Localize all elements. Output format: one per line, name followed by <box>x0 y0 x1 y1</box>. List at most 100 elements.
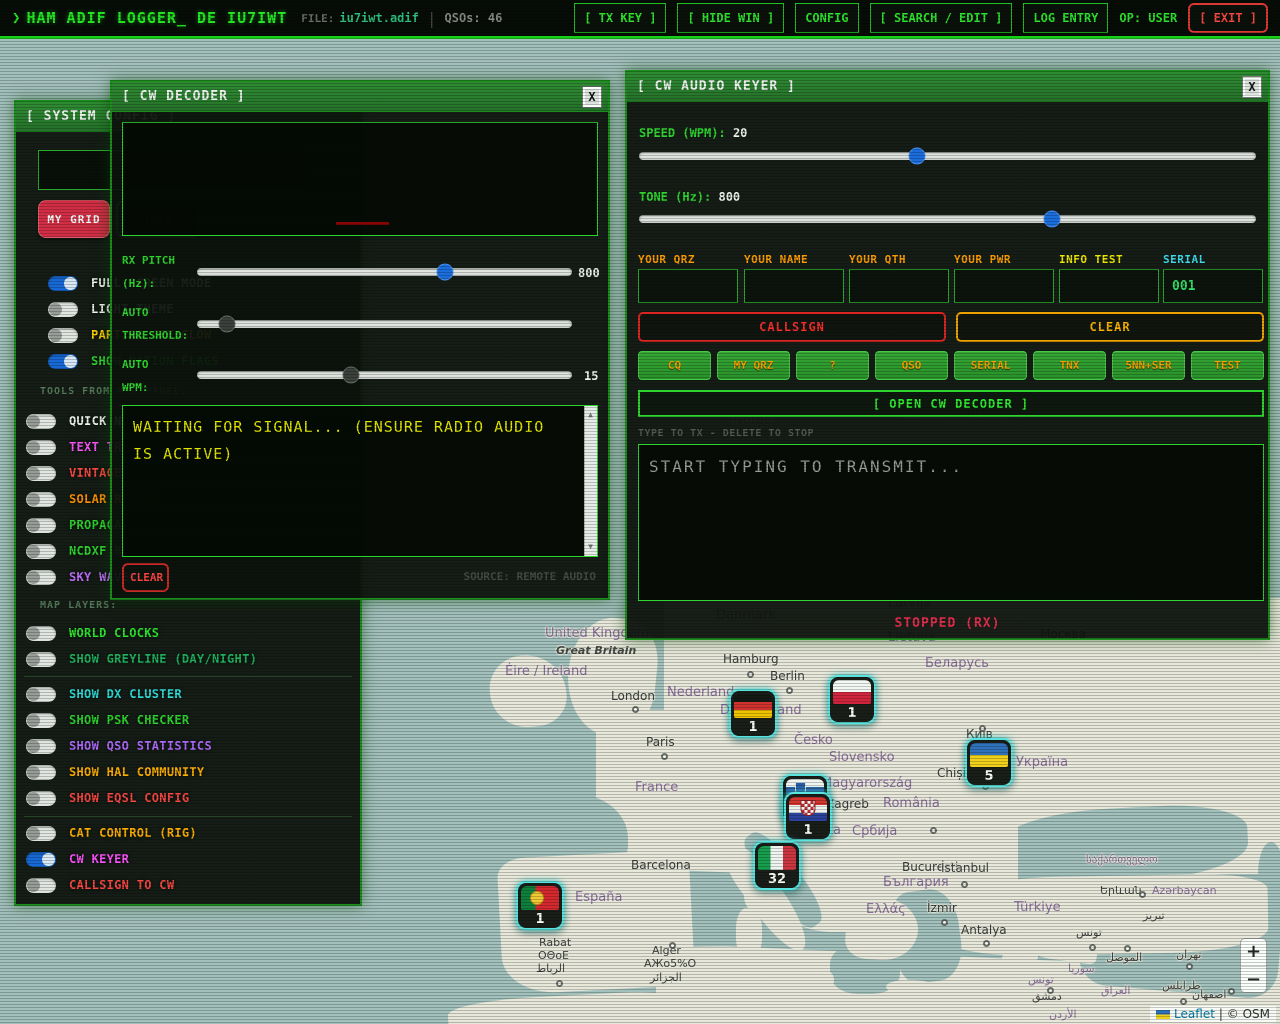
rx-pitch-slider[interactable] <box>197 268 572 276</box>
field-input-2[interactable] <box>849 269 949 303</box>
keyer-clear-button[interactable]: CLEAR <box>956 312 1264 342</box>
map-label-46: العراق <box>1101 984 1130 997</box>
tone-thumb[interactable] <box>1044 211 1061 228</box>
scroll-down-icon[interactable]: ▼ <box>585 540 597 554</box>
layer-b-toggle-0[interactable] <box>26 687 56 702</box>
map-label-42: تبريز <box>1143 909 1165 922</box>
decoder-output[interactable]: WAITING FOR SIGNAL... (ENSURE RADIO AUDI… <box>122 405 598 557</box>
tx-textarea[interactable] <box>638 444 1264 601</box>
layer-c-toggle-1[interactable] <box>26 852 56 867</box>
marker-pl[interactable]: 1 <box>828 675 876 724</box>
marker-hr[interactable]: 1 <box>784 792 832 841</box>
ukraine-flag-icon <box>1156 1010 1170 1019</box>
city-dot <box>669 942 676 949</box>
my-grid-button[interactable]: MY GRID <box>38 200 110 238</box>
map-label-5: Berlin <box>770 669 805 683</box>
field-input-0[interactable] <box>638 269 738 303</box>
field-input-3[interactable] <box>954 269 1054 303</box>
map-label-16: България <box>883 875 949 890</box>
tool-toggle-1[interactable] <box>26 440 56 455</box>
file-name: iu7iwt.adif <box>339 11 418 25</box>
macro-button-7[interactable]: TEST <box>1191 351 1264 380</box>
macro-button-1[interactable]: MY QRZ <box>717 351 790 380</box>
wpm-thumb[interactable] <box>342 367 359 384</box>
macro-button-2[interactable]: ? <box>796 351 869 380</box>
speed-slider[interactable] <box>639 152 1256 160</box>
topbar-button-1[interactable]: [ HIDE WIN ] <box>677 3 784 33</box>
rx-pitch-thumb[interactable] <box>436 264 453 281</box>
layer-b-toggle-3[interactable] <box>26 765 56 780</box>
wpm-slider[interactable] <box>197 371 572 379</box>
map-label-6: Nederland <box>667 685 734 700</box>
leaflet-link[interactable]: Leaflet <box>1174 1007 1215 1021</box>
tone-slider[interactable] <box>639 215 1256 223</box>
marker-de[interactable]: 1 <box>729 689 777 738</box>
layer-b-toggle-2[interactable] <box>26 739 56 754</box>
main-toggle-1[interactable] <box>48 302 78 317</box>
layer-a-label-0: WORLD CLOCKS <box>69 626 159 640</box>
field-input-1[interactable] <box>744 269 844 303</box>
toggle-knob <box>27 467 40 480</box>
field-label-3: YOUR PWR <box>954 253 1011 266</box>
map-label-31: الجزائر <box>650 971 682 984</box>
map-label-10: Magyarország <box>821 776 912 791</box>
topbar-button-4[interactable]: LOG ENTRY <box>1023 3 1108 33</box>
map-label-2: Éire / Ireland <box>505 664 588 679</box>
ukraine-flag-icon <box>970 743 1008 767</box>
layer-a-toggle-1[interactable] <box>26 652 56 667</box>
field-label-4: INFO TEST <box>1059 253 1123 266</box>
marker-count: 1 <box>786 823 830 838</box>
macro-button-4[interactable]: SERIAL <box>954 351 1027 380</box>
qso-count: QSOs: 46 <box>445 11 503 25</box>
tool-toggle-2[interactable] <box>26 466 56 481</box>
layer-a-row-1: SHOW GREYLINE (DAY/NIGHT) <box>16 646 360 672</box>
scrollbar[interactable]: ▲ ▼ <box>584 406 597 556</box>
decoder-clear-button[interactable]: CLEAR <box>122 563 169 592</box>
layer-c-toggle-2[interactable] <box>26 878 56 893</box>
macro-button-0[interactable]: CQ <box>638 351 711 380</box>
field-input-5[interactable] <box>1163 269 1263 303</box>
speed-thumb[interactable] <box>908 148 925 165</box>
tool-toggle-6[interactable] <box>26 570 56 585</box>
marker-count: 32 <box>755 872 799 887</box>
main-toggle-3[interactable] <box>48 354 78 369</box>
layer-a-toggle-0[interactable] <box>26 626 56 641</box>
poland-flag-icon <box>833 680 871 704</box>
map-label-8: Česko <box>794 733 833 748</box>
macro-button-3[interactable]: QSO <box>875 351 948 380</box>
topbar-button-2[interactable]: CONFIG <box>795 3 858 33</box>
scroll-up-icon[interactable]: ▲ <box>585 408 597 422</box>
macro-button-6[interactable]: 5NN+SER <box>1112 351 1185 380</box>
threshold-slider[interactable] <box>197 320 572 328</box>
tool-toggle-4[interactable] <box>26 518 56 533</box>
marker-count: 5 <box>967 769 1011 784</box>
layer-c-toggle-0[interactable] <box>26 826 56 841</box>
landmass-shape <box>1002 950 1038 965</box>
zoom-out-button[interactable]: − <box>1241 967 1266 993</box>
operator-label: OP: USER <box>1119 11 1177 25</box>
macro-button-5[interactable]: TNX <box>1033 351 1106 380</box>
threshold-thumb[interactable] <box>219 316 236 333</box>
close-icon[interactable]: X <box>1242 76 1262 98</box>
germany-flag-icon <box>734 694 772 718</box>
field-input-4[interactable] <box>1059 269 1159 303</box>
zoom-in-button[interactable]: + <box>1241 939 1266 966</box>
marker-ua[interactable]: 5 <box>965 738 1013 787</box>
close-icon[interactable]: X <box>582 86 602 108</box>
type-hint: TYPE TO TX - DELETE TO STOP <box>638 428 814 439</box>
tool-toggle-3[interactable] <box>26 492 56 507</box>
topbar-button-3[interactable]: [ SEARCH / EDIT ] <box>870 3 1013 33</box>
main-toggle-0[interactable] <box>48 276 78 291</box>
map-label-47: تهران <box>1176 948 1201 961</box>
marker-pt[interactable]: 1 <box>516 881 564 930</box>
topbar-button-0[interactable]: [ TX KEY ] <box>574 3 666 33</box>
main-toggle-2[interactable] <box>48 328 78 343</box>
layer-b-toggle-4[interactable] <box>26 791 56 806</box>
layer-b-toggle-1[interactable] <box>26 713 56 728</box>
tool-toggle-0[interactable] <box>26 414 56 429</box>
exit-button[interactable]: [ EXIT ] <box>1188 3 1268 33</box>
marker-it[interactable]: 32 <box>753 841 801 890</box>
callsign-button[interactable]: CALLSIGN <box>638 312 946 342</box>
tool-toggle-5[interactable] <box>26 544 56 559</box>
open-cw-decoder-button[interactable]: [ OPEN CW DECODER ] <box>638 390 1264 417</box>
